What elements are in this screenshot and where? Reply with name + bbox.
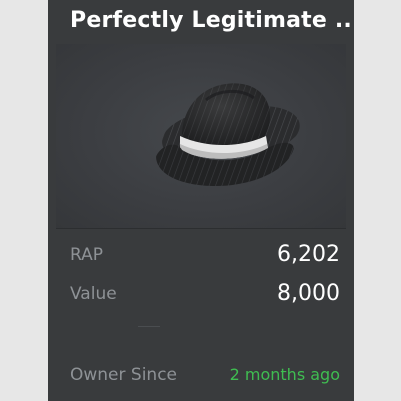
- rap-row: RAP 6,202: [70, 240, 340, 270]
- card-header: Perfectly Legitimate ...: [48, 0, 354, 44]
- rap-value: 6,202: [277, 242, 340, 267]
- item-card[interactable]: Perfectly Legitimate ... RAP 6,202 Value…: [48, 0, 354, 401]
- faint-divider: [138, 326, 160, 327]
- item-title[interactable]: Perfectly Legitimate ...: [70, 4, 354, 38]
- owner-since-label: Owner Since: [70, 365, 178, 385]
- value-amount: 8,000: [277, 281, 340, 306]
- value-row: Value 8,000: [70, 279, 340, 309]
- owner-since-row: Owner Since 2 months ago: [70, 360, 340, 390]
- item-thumbnail[interactable]: [56, 44, 346, 228]
- owner-since-value: 2 months ago: [229, 365, 340, 384]
- value-label: Value: [70, 284, 117, 304]
- fedora-hat-icon: [156, 83, 300, 186]
- rap-label: RAP: [70, 245, 104, 265]
- stats-divider: [56, 228, 346, 229]
